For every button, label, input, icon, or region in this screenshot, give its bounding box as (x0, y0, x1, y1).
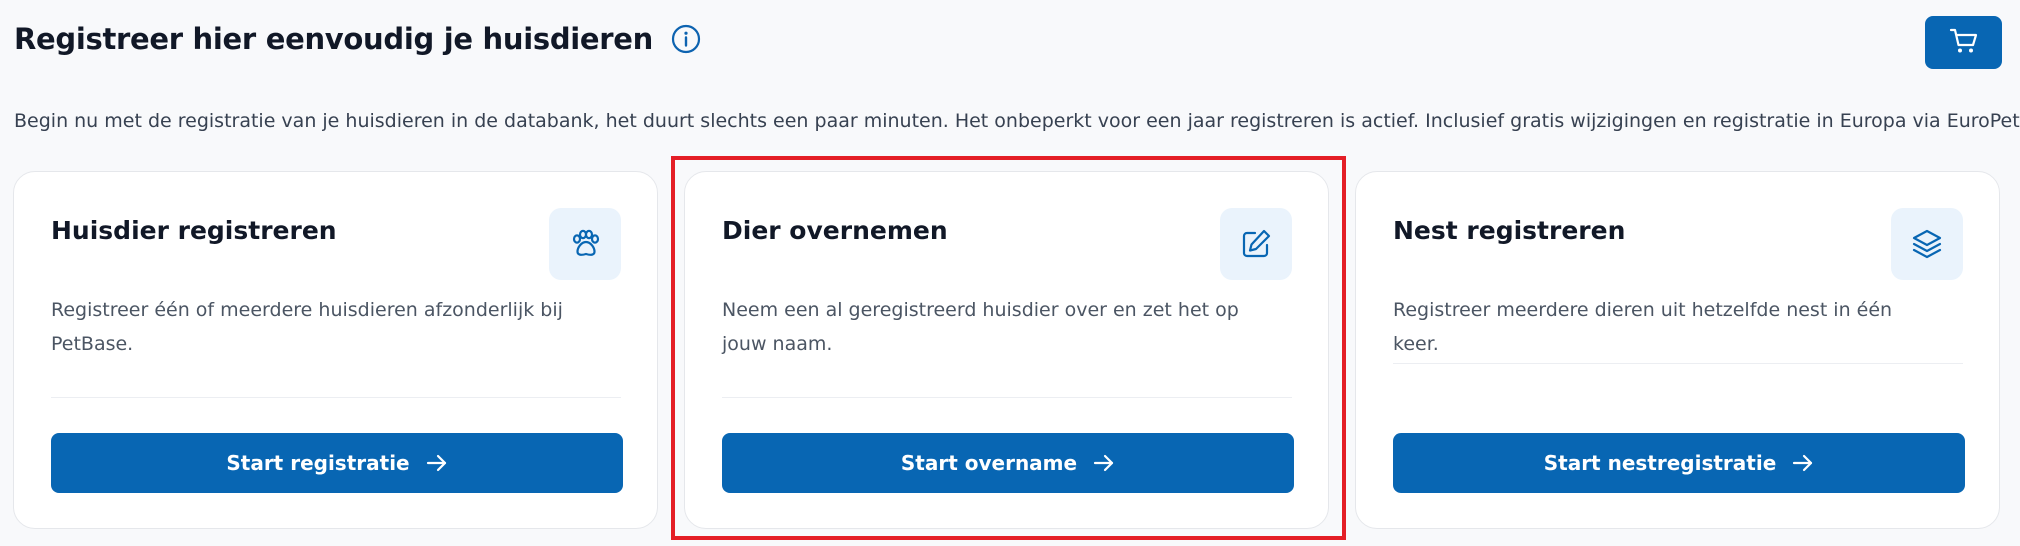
card-title: Huisdier registreren (51, 216, 337, 245)
card-divider (1393, 363, 1963, 364)
edit-icon (1220, 208, 1292, 280)
card-description: Registreer meerdere dieren uit hetzelfde… (1393, 299, 1893, 355)
cart-icon (1949, 27, 1979, 58)
page: Registreer hier eenvoudig je huisdieren … (0, 0, 2020, 546)
start-transfer-button[interactable]: Start overname (722, 433, 1294, 493)
card-pet-registration: Huisdier registreren Registreer één of m… (13, 171, 658, 529)
page-header: Registreer hier eenvoudig je huisdieren (14, 22, 701, 56)
card-litter-registration: Nest registreren Registreer meerdere die… (1355, 171, 2000, 529)
card-divider (51, 397, 621, 398)
button-label: Start registratie (226, 451, 410, 475)
card-animal-transfer: Dier overnemen Neem een al geregistreerd… (684, 171, 1329, 529)
cart-button[interactable] (1925, 16, 2002, 69)
button-label: Start overname (900, 451, 1078, 475)
arrow-right-icon (426, 454, 448, 472)
card-title: Dier overnemen (722, 216, 948, 245)
paw-icon (549, 208, 621, 280)
card-description: Neem een al geregistreerd huisdier over … (722, 299, 1239, 355)
layers-icon (1891, 208, 1963, 280)
card-title: Nest registreren (1393, 216, 1626, 245)
info-icon[interactable] (671, 24, 701, 54)
card-divider (722, 397, 1292, 398)
card-description: Registreer één of meerdere huisdieren af… (51, 299, 563, 355)
start-litter-registration-button[interactable]: Start nestregistratie (1393, 433, 1965, 493)
page-title: Registreer hier eenvoudig je huisdieren (14, 22, 654, 56)
intro-text: Begin nu met de registratie van je huisd… (14, 110, 2020, 132)
arrow-right-icon (1093, 454, 1115, 472)
arrow-right-icon (1792, 454, 1814, 472)
start-registration-button[interactable]: Start registratie (51, 433, 623, 493)
button-label: Start nestregistratie (1543, 451, 1777, 475)
